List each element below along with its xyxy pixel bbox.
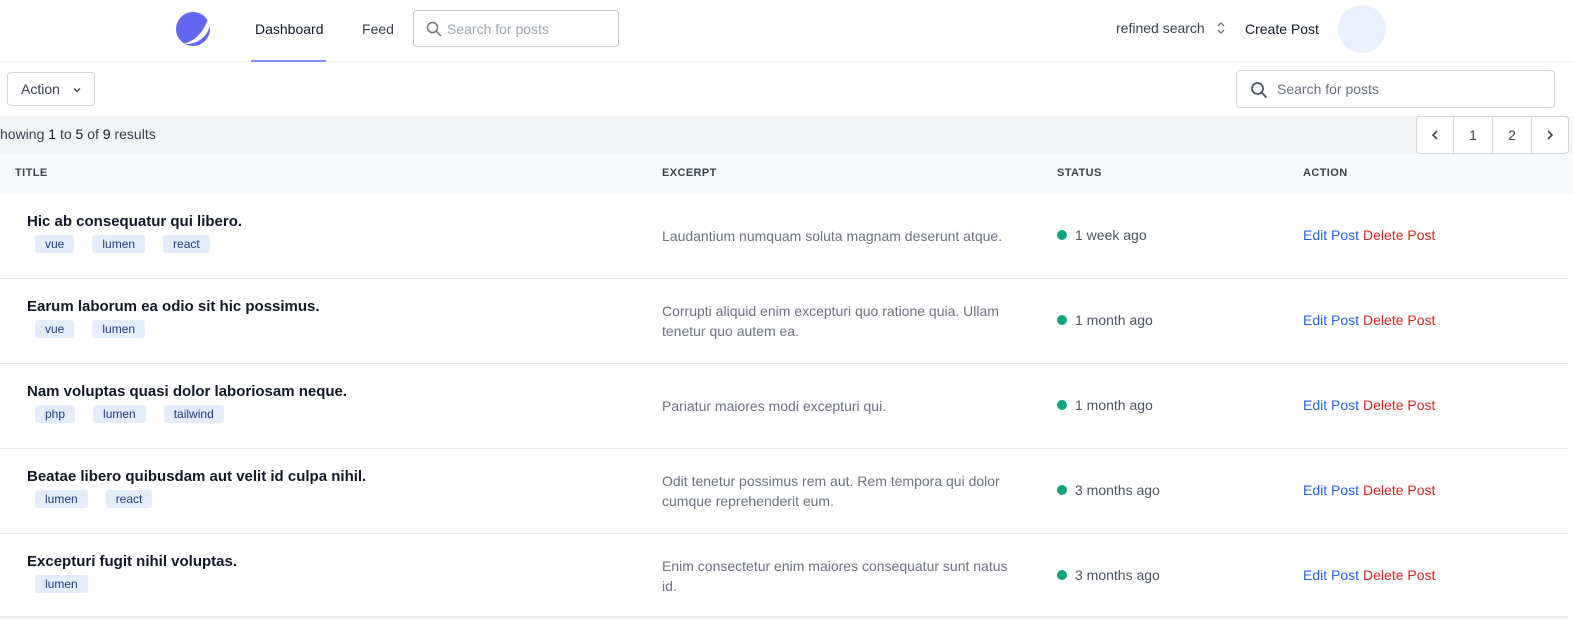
post-excerpt: Pariatur maiores modi excepturi qui. <box>662 398 887 414</box>
edit-post-link[interactable]: Edit Post <box>1303 397 1359 413</box>
chevron-up-down-icon[interactable] <box>1214 20 1228 36</box>
tag-list: vue lumen react <box>35 235 210 253</box>
status-text: 3 months ago <box>1075 482 1160 498</box>
moon-logo-icon[interactable] <box>175 11 213 47</box>
chevron-right-icon <box>1547 130 1554 140</box>
post-status: 3 months ago <box>1057 482 1160 498</box>
tag-list: lumen <box>35 575 88 593</box>
table-header: TITLE EXCERPT STATUS ACTION <box>0 154 1573 194</box>
column-header-excerpt: EXCERPT <box>662 167 717 179</box>
status-text: 3 months ago <box>1075 567 1160 583</box>
tag-badge[interactable]: lumen <box>35 490 88 508</box>
post-title: Excepturi fugit nihil voluptas. <box>27 553 238 570</box>
action-label: Action <box>21 81 60 97</box>
post-title: Nam voluptas quasi dolor laboriosam nequ… <box>27 383 348 400</box>
row-actions: Edit Post Delete Post <box>1303 567 1435 583</box>
tag-badge[interactable]: lumen <box>93 405 146 423</box>
navbar-search[interactable] <box>413 10 619 47</box>
page-1-button[interactable]: 1 <box>1453 116 1493 154</box>
chevron-left-icon <box>1431 130 1438 140</box>
column-header-title: TITLE <box>15 167 48 179</box>
results-bar: howing 1 to 5 of 9 results <box>0 116 1573 154</box>
post-status: 3 months ago <box>1057 567 1160 583</box>
status-dot-icon <box>1057 230 1067 240</box>
tag-list: php lumen tailwind <box>35 405 224 423</box>
row-actions: Edit Post Delete Post <box>1303 397 1435 413</box>
action-dropdown-button[interactable]: Action <box>7 72 95 106</box>
delete-post-link[interactable]: Delete Post <box>1363 567 1435 583</box>
prev-page-button[interactable] <box>1416 116 1454 154</box>
status-text: 1 month ago <box>1075 397 1153 413</box>
delete-post-link[interactable]: Delete Post <box>1363 227 1435 243</box>
pagination: 1 2 <box>1416 116 1569 154</box>
tag-badge[interactable]: vue <box>35 320 75 338</box>
edit-post-link[interactable]: Edit Post <box>1303 482 1359 498</box>
post-excerpt: Laudantium numquam soluta magnam deserun… <box>662 228 1003 244</box>
status-dot-icon <box>1057 400 1067 410</box>
tag-badge[interactable]: php <box>35 405 76 423</box>
tag-list: vue lumen <box>35 320 146 338</box>
tag-badge[interactable]: vue <box>35 235 75 253</box>
edit-post-link[interactable]: Edit Post <box>1303 312 1359 328</box>
search-icon <box>426 21 442 37</box>
tag-badge[interactable]: react <box>163 235 210 253</box>
top-navbar: Dashboard Feed refined search Create Pos… <box>0 0 1573 62</box>
post-excerpt: Corrupti aliquid enim excepturi quo rati… <box>662 303 999 339</box>
table-row: Nam voluptas quasi dolor laboriosam nequ… <box>0 364 1568 449</box>
table-row: Excepturi fugit nihil voluptas. lumen Enim… <box>0 534 1568 619</box>
table-bottom-edge <box>0 616 1568 620</box>
tag-badge[interactable]: lumen <box>92 320 146 338</box>
row-actions: Edit Post Delete Post <box>1303 482 1435 498</box>
post-title: Beatae libero quibusdam aut velit id cul… <box>27 468 367 485</box>
post-status: 1 week ago <box>1057 227 1147 243</box>
tag-badge[interactable]: react <box>105 490 153 508</box>
create-post-link[interactable]: Create Post <box>1245 21 1319 37</box>
avatar[interactable] <box>1338 5 1386 53</box>
row-actions: Edit Post Delete Post <box>1303 312 1435 328</box>
column-header-action: ACTION <box>1303 167 1348 179</box>
post-excerpt: Odit tenetur possimus rem aut. Rem tempo… <box>662 473 1000 509</box>
tag-badge[interactable]: lumen <box>92 235 146 253</box>
tag-list: lumen react <box>35 490 153 508</box>
edit-post-link[interactable]: Edit Post <box>1303 227 1359 243</box>
status-text: 1 month ago <box>1075 312 1153 328</box>
post-excerpt: Enim consectetur enim maiores consequatu… <box>662 558 1008 594</box>
delete-post-link[interactable]: Delete Post <box>1363 397 1435 413</box>
delete-post-link[interactable]: Delete Post <box>1363 482 1435 498</box>
status-dot-icon <box>1057 485 1067 495</box>
status-dot-icon <box>1057 315 1067 325</box>
page-2-button[interactable]: 2 <box>1492 116 1532 154</box>
table-search-input[interactable] <box>1277 71 1547 107</box>
tag-badge[interactable]: tailwind <box>163 405 224 423</box>
table-search[interactable] <box>1236 70 1555 108</box>
table-row: Beatae libero quibusdam aut velit id cul… <box>0 449 1568 534</box>
next-page-button[interactable] <box>1531 116 1569 154</box>
edit-post-link[interactable]: Edit Post <box>1303 567 1359 583</box>
post-status: 1 month ago <box>1057 397 1153 413</box>
delete-post-link[interactable]: Delete Post <box>1363 312 1435 328</box>
status-text: 1 week ago <box>1075 227 1147 243</box>
tab-feed[interactable]: Feed <box>358 0 398 62</box>
tag-badge[interactable]: lumen <box>35 575 88 593</box>
refined-search-select[interactable]: refined search <box>1116 20 1205 36</box>
column-header-status: STATUS <box>1057 167 1102 179</box>
status-dot-icon <box>1057 570 1067 580</box>
post-status: 1 month ago <box>1057 312 1153 328</box>
results-summary: howing 1 to 5 of 9 results <box>0 126 156 142</box>
tab-dashboard[interactable]: Dashboard <box>251 0 326 62</box>
table-row: Hic ab consequatur qui libero. vue lumen re… <box>0 194 1568 279</box>
navbar-search-input[interactable] <box>447 11 615 46</box>
row-actions: Edit Post Delete Post <box>1303 227 1435 243</box>
post-title: Hic ab consequatur qui libero. <box>27 213 243 230</box>
post-title: Earum laborum ea odio sit hic possimus. <box>27 298 320 315</box>
search-icon <box>1251 82 1267 98</box>
chevron-down-icon <box>73 88 81 93</box>
table-row: Earum laborum ea odio sit hic possimus. v… <box>0 279 1568 364</box>
